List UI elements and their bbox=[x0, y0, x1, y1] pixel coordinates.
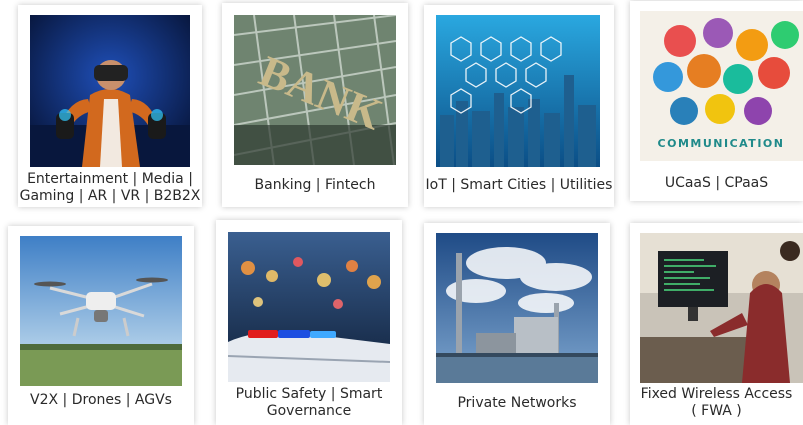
tile-private-networks[interactable]: Private Networks bbox=[424, 223, 610, 425]
bank-building-photo: BANK bbox=[234, 15, 396, 165]
smart-city-photo bbox=[436, 15, 600, 167]
drone-photo bbox=[20, 236, 182, 386]
tile-ucaas[interactable]: COMMUNICATION UCaaS | CPaaS bbox=[630, 1, 803, 201]
tile-entertainment-caption: Entertainment | Media | Gaming | AR | VR… bbox=[19, 171, 201, 204]
communication-word: COMMUNICATION bbox=[658, 137, 785, 150]
tile-iot[interactable]: IoT | Smart Cities | Utilities bbox=[424, 5, 614, 207]
tile-ucaas-caption: UCaaS | CPaaS bbox=[664, 175, 769, 191]
tile-fwa[interactable]: Fixed Wireless Access ( FWA ) bbox=[630, 223, 803, 425]
vr-gamer-photo bbox=[30, 15, 190, 167]
tile-public-safety-caption: Public Safety | Smart Governance bbox=[235, 386, 383, 419]
police-car-photo bbox=[228, 232, 390, 382]
office-worker-photo bbox=[640, 233, 803, 383]
tile-iot-caption: IoT | Smart Cities | Utilities bbox=[425, 177, 613, 193]
tile-entertainment[interactable]: Entertainment | Media | Gaming | AR | VR… bbox=[18, 5, 202, 207]
tile-v2x[interactable]: V2X | Drones | AGVs bbox=[8, 226, 194, 425]
tile-banking[interactable]: BANK Banking | Fintech bbox=[222, 3, 408, 207]
tile-v2x-caption: V2X | Drones | AGVs bbox=[30, 392, 172, 408]
tile-banking-caption: Banking | Fintech bbox=[254, 177, 376, 193]
tile-fwa-caption: Fixed Wireless Access ( FWA ) bbox=[640, 386, 793, 419]
tile-private-networks-caption: Private Networks bbox=[457, 395, 577, 411]
tile-public-safety[interactable]: Public Safety | Smart Governance bbox=[216, 220, 402, 425]
power-plant-photo bbox=[436, 233, 598, 383]
communication-icons-photo: COMMUNICATION bbox=[640, 11, 803, 161]
